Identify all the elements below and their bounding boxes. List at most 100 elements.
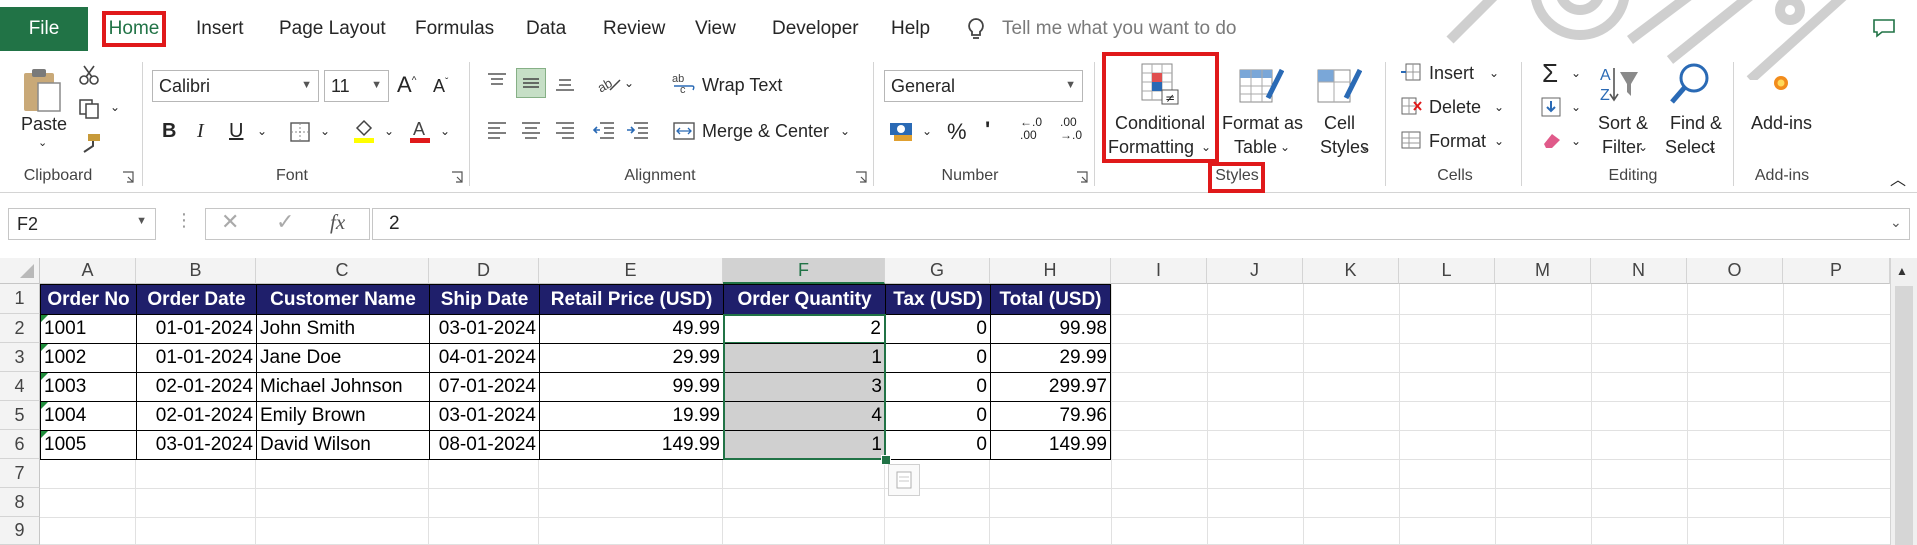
table-cell[interactable]: 1004 (40, 401, 137, 431)
table-cell[interactable]: 04-01-2024 (429, 343, 540, 373)
clear-chevron-down-icon[interactable]: ⌄ (1571, 134, 1581, 148)
column-header-m[interactable]: M (1495, 258, 1591, 284)
table-cell[interactable]: 1002 (40, 343, 137, 373)
format-as-table-label-2[interactable]: Table (1234, 137, 1277, 158)
table-cell[interactable]: 29.99 (990, 343, 1111, 373)
orientation-chevron-down-icon[interactable]: ⌄ (624, 76, 634, 90)
table-cell[interactable]: 0 (885, 372, 991, 402)
format-as-table-label-1[interactable]: Format as (1222, 113, 1303, 134)
table-cell[interactable]: 49.99 (539, 314, 724, 344)
row-header-5[interactable]: 5 (0, 401, 40, 430)
table-cell[interactable]: 149.99 (539, 430, 724, 460)
table-cell[interactable]: 99.99 (539, 372, 724, 402)
copy-chevron-down-icon[interactable]: ⌄ (110, 100, 120, 114)
column-header-k[interactable]: K (1303, 258, 1399, 284)
column-header-f[interactable]: F (723, 258, 885, 284)
column-header-c[interactable]: C (256, 258, 429, 284)
header-cell-ship-date[interactable]: Ship Date (429, 284, 540, 315)
comma-style-button[interactable]: ' (985, 117, 990, 143)
row-header-6[interactable]: 6 (0, 430, 40, 459)
font-color-chevron-down-icon[interactable]: ⌄ (440, 124, 450, 138)
more-options-icon[interactable]: ⋮ (175, 210, 193, 231)
row-header-3[interactable]: 3 (0, 343, 40, 372)
fill-color-icon[interactable] (352, 118, 376, 144)
tab-file[interactable]: File (0, 7, 88, 51)
vertical-scrollbar[interactable]: ▲ (1890, 258, 1917, 545)
format-painter-icon[interactable] (78, 132, 102, 154)
borders-icon[interactable] (289, 121, 311, 143)
merge-center-icon[interactable] (672, 120, 696, 142)
paste-icon[interactable] (18, 64, 66, 116)
column-header-g[interactable]: G (885, 258, 990, 284)
sort-filter-label-2[interactable]: Filter (1602, 137, 1642, 158)
column-header-o[interactable]: O (1687, 258, 1783, 284)
align-left-icon[interactable] (486, 120, 508, 140)
table-cell[interactable]: 02-01-2024 (136, 401, 257, 431)
format-cells-chevron-down-icon[interactable]: ⌄ (1494, 134, 1504, 148)
font-name-select[interactable]: Calibri ▼ (152, 70, 319, 102)
bottom-align-icon[interactable] (554, 72, 576, 92)
selected-cell[interactable]: 3 (723, 372, 886, 402)
column-header-i[interactable]: I (1111, 258, 1207, 284)
table-cell[interactable]: 99.98 (990, 314, 1111, 344)
scrollbar-thumb[interactable] (1895, 286, 1913, 545)
format-cells-icon[interactable] (1400, 130, 1422, 150)
dialog-launcher-icon[interactable] (855, 171, 867, 183)
align-center-icon[interactable] (520, 120, 542, 140)
table-cell[interactable]: Jane Doe (256, 343, 430, 373)
copy-icon[interactable] (78, 98, 102, 120)
name-box[interactable]: F2 ▼ (8, 208, 156, 240)
selected-cell[interactable]: 1 (723, 430, 886, 460)
insert-function-button[interactable]: fx (330, 210, 345, 235)
tab-formulas[interactable]: Formulas (415, 7, 494, 51)
expand-formula-bar-chevron-down-icon[interactable]: ⌄ (1890, 214, 1902, 231)
row-header-8[interactable]: 8 (0, 488, 40, 517)
cancel-icon[interactable]: ✕ (221, 209, 239, 235)
table-cell[interactable]: 0 (885, 401, 991, 431)
comments-icon[interactable] (1872, 18, 1896, 38)
column-header-j[interactable]: J (1207, 258, 1303, 284)
increase-decimal-button[interactable]: ←.0 .00 (1020, 116, 1042, 142)
bold-button[interactable]: B (162, 120, 176, 143)
table-cell[interactable]: 19.99 (539, 401, 724, 431)
increase-font-size-icon[interactable]: A^ (397, 72, 416, 98)
tab-data[interactable]: Data (526, 7, 566, 51)
dialog-launcher-icon[interactable] (451, 171, 463, 183)
format-as-table-icon[interactable] (1238, 64, 1284, 106)
header-cell-order-quantity[interactable]: Order Quantity (723, 284, 886, 315)
table-cell[interactable]: John Smith (256, 314, 430, 344)
increase-indent-icon[interactable] (626, 120, 650, 140)
tab-help[interactable]: Help (891, 7, 930, 51)
column-header-d[interactable]: D (429, 258, 539, 284)
table-cell[interactable]: 03-01-2024 (429, 401, 540, 431)
insert-cells-chevron-down-icon[interactable]: ⌄ (1489, 66, 1499, 80)
fill-color-chevron-down-icon[interactable]: ⌄ (384, 124, 394, 138)
table-cell[interactable]: 03-01-2024 (136, 430, 257, 460)
tab-insert[interactable]: Insert (196, 7, 244, 51)
decrease-font-size-icon[interactable]: Aˇ (433, 76, 448, 97)
scroll-up-arrow-icon[interactable]: ▲ (1896, 264, 1908, 278)
delete-cells-chevron-down-icon[interactable]: ⌄ (1494, 100, 1504, 114)
table-cell[interactable]: 0 (885, 430, 991, 460)
conditional-formatting-label-2[interactable]: Formatting (1108, 137, 1194, 158)
select-all-button[interactable] (0, 258, 40, 284)
tab-home[interactable]: Home (98, 7, 170, 51)
autosum-icon[interactable]: Σ (1542, 58, 1558, 89)
table-cell[interactable]: 0 (885, 343, 991, 373)
tell-me-search[interactable]: Tell me what you want to do (966, 7, 1236, 51)
row-header-1[interactable]: 1 (0, 284, 40, 314)
table-cell[interactable]: 08-01-2024 (429, 430, 540, 460)
cell-styles-chevron-down-icon[interactable]: ⌄ (1360, 140, 1370, 154)
format-cells-button[interactable]: Format (1429, 131, 1486, 152)
column-header-p[interactable]: P (1783, 258, 1890, 284)
sort-filter-chevron-down-icon[interactable]: ⌄ (1638, 140, 1648, 154)
merge-center-chevron-down-icon[interactable]: ⌄ (840, 124, 850, 138)
accounting-format-icon[interactable] (888, 119, 916, 143)
add-ins-button[interactable]: Add-ins (1751, 113, 1812, 134)
add-ins-icon[interactable] (1770, 72, 1792, 94)
merge-center-button[interactable]: Merge & Center (702, 121, 829, 142)
table-cell[interactable]: 29.99 (539, 343, 724, 373)
font-size-select[interactable]: 11 ▼ (324, 70, 389, 102)
row-header-2[interactable]: 2 (0, 314, 40, 343)
underline-chevron-down-icon[interactable]: ⌄ (257, 124, 267, 138)
